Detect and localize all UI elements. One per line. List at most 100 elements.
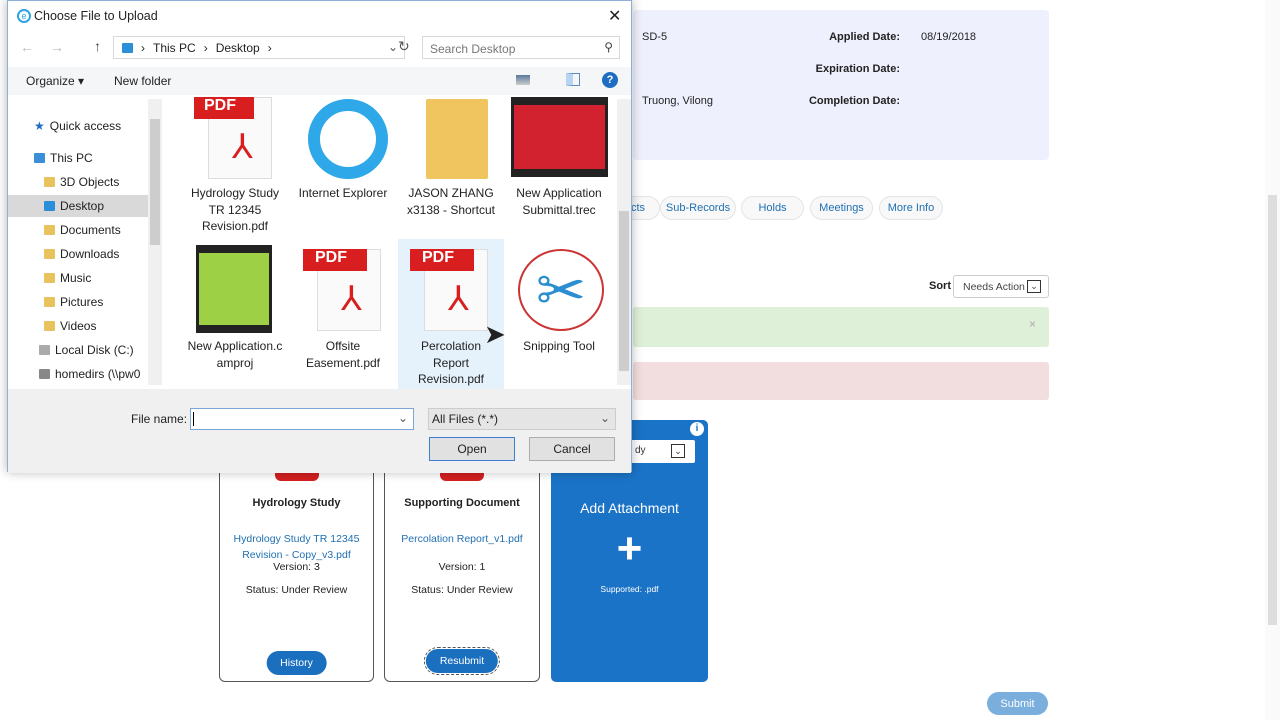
- chevron-down-icon[interactable]: ⌄: [398, 411, 408, 425]
- nav-videos[interactable]: Videos: [44, 315, 96, 337]
- preview-pane-icon[interactable]: [566, 73, 580, 86]
- mouse-cursor: ➤: [484, 319, 506, 349]
- nav-homedirs[interactable]: homedirs (\\pw0: [39, 363, 154, 385]
- nav-desktop[interactable]: Desktop: [8, 195, 155, 217]
- open-button[interactable]: Open: [429, 437, 515, 461]
- nav-music[interactable]: Music: [44, 267, 91, 289]
- card-title: Supporting Document: [404, 497, 520, 509]
- file-item[interactable]: New Application.camproj: [185, 338, 285, 371]
- files-scrollbar[interactable]: [617, 99, 631, 385]
- chevron-right-icon: ›: [203, 40, 208, 55]
- resubmit-button[interactable]: Resubmit: [423, 647, 501, 675]
- file-link[interactable]: Percolation Report_v1.pdf: [393, 531, 531, 547]
- sort-select[interactable]: Needs Action ⌄: [953, 275, 1049, 298]
- file-item[interactable]: JASON ZHANG x3138 - Shortcut: [401, 185, 501, 218]
- back-icon[interactable]: ←: [20, 39, 34, 55]
- page-scrollbar[interactable]: [1265, 0, 1280, 720]
- ie-icon: e: [17, 9, 31, 23]
- breadcrumb-desktop[interactable]: Desktop: [216, 41, 260, 55]
- info-icon[interactable]: i: [690, 422, 704, 436]
- chevron-down-icon[interactable]: ⌄: [388, 40, 398, 54]
- nav-scrollbar[interactable]: [148, 99, 162, 385]
- version: Version: 1: [438, 561, 486, 573]
- nav-3d-objects[interactable]: 3D Objects: [44, 171, 119, 193]
- forward-icon[interactable]: →: [50, 39, 64, 55]
- close-alert-icon[interactable]: ×: [1029, 317, 1036, 331]
- help-icon[interactable]: ?: [602, 72, 618, 88]
- status: Status: Under Review: [411, 584, 513, 596]
- file-type-select[interactable]: All Files (*.*) ⌄: [428, 408, 616, 430]
- file-type-value: All Files (*.*): [432, 412, 499, 426]
- nav-local-disk[interactable]: Local Disk (C:): [39, 339, 134, 361]
- folder-icon: [44, 273, 55, 283]
- close-icon[interactable]: ✕: [608, 6, 621, 26]
- nav-pictures[interactable]: Pictures: [44, 291, 103, 313]
- new-folder-button[interactable]: New folder: [114, 74, 171, 88]
- applied-date: 08/19/2018: [921, 31, 977, 43]
- chevron-right-icon: ›: [141, 40, 145, 55]
- tab-sub-records[interactable]: Sub-Records: [660, 196, 736, 220]
- dialog-title: Choose File to Upload: [34, 9, 158, 23]
- nav-downloads[interactable]: Downloads: [44, 243, 119, 265]
- search-icon: ⚲: [604, 40, 613, 54]
- plus-icon: +: [616, 524, 643, 573]
- tab-holds[interactable]: Holds: [741, 196, 804, 220]
- view-options-icon[interactable]: [516, 75, 530, 85]
- assigned-to: Truong, Vilong: [642, 95, 713, 107]
- internet-explorer-icon: [308, 99, 388, 179]
- shortcut-folder-icon: [426, 99, 488, 179]
- folder-icon: [44, 225, 55, 235]
- search-placeholder: Search Desktop: [430, 42, 516, 56]
- version: Version: 3: [273, 561, 320, 573]
- refresh-icon[interactable]: ↻: [398, 38, 410, 55]
- supported-types: Supported: .pdf: [600, 584, 659, 594]
- cancel-button[interactable]: Cancel: [529, 437, 615, 461]
- video-file-icon: [511, 97, 608, 177]
- nav-this-pc[interactable]: This PC: [34, 147, 93, 169]
- breadcrumb-this-pc[interactable]: This PC: [153, 41, 196, 55]
- success-alert: [633, 307, 1049, 347]
- file-item[interactable]: Offsite Easement.pdf: [293, 338, 393, 371]
- sort-label: Sort: [929, 280, 951, 292]
- search-input[interactable]: Search Desktop ⚲: [422, 36, 620, 59]
- pdf-file-icon: PDF ⅄: [410, 249, 490, 339]
- applied-date-label: Applied Date:: [829, 31, 900, 43]
- folder-icon: [44, 249, 55, 259]
- camproj-file-icon: [196, 245, 272, 333]
- snipping-tool-icon: ✂: [518, 249, 604, 331]
- record-id: SD-5: [642, 31, 668, 43]
- select-value: dy: [635, 445, 646, 456]
- file-name-label: File name:: [131, 412, 188, 426]
- chevron-down-icon: ⌄: [671, 444, 685, 458]
- completion-date-label: Completion Date:: [808, 95, 900, 107]
- nav-quick-access[interactable]: ★ Quick access: [34, 115, 121, 137]
- folder-icon: [44, 321, 55, 331]
- computer-icon: [34, 153, 45, 163]
- file-link[interactable]: Hydrology Study TR 12345 Revision - Copy…: [228, 531, 365, 563]
- folder-icon: [44, 177, 55, 187]
- chevron-right-icon: ›: [267, 40, 272, 55]
- text-cursor: [193, 412, 194, 426]
- file-item[interactable]: New Application Submittal.trec: [509, 185, 609, 218]
- expiration-date-label: Expiration Date:: [815, 63, 900, 75]
- status: Status: Under Review: [245, 584, 348, 596]
- organize-menu[interactable]: Organize ▾: [26, 74, 84, 88]
- file-item[interactable]: Snipping Tool: [509, 338, 609, 355]
- file-item[interactable]: Hydrology Study TR 12345 Revision.pdf: [185, 185, 285, 235]
- tab-more-info[interactable]: More Info: [879, 196, 943, 220]
- history-button[interactable]: History: [266, 651, 327, 675]
- folder-icon: [44, 201, 55, 211]
- card-title: Hydrology Study: [252, 497, 341, 509]
- star-icon: ★: [34, 119, 45, 133]
- tab-meetings[interactable]: Meetings: [810, 196, 873, 220]
- address-bar[interactable]: › This PC › Desktop › ⌄: [113, 36, 405, 59]
- submit-button[interactable]: Submit: [987, 692, 1048, 715]
- pdf-file-icon: PDF ⅄: [303, 249, 383, 339]
- folder-icon: [122, 42, 133, 53]
- up-icon[interactable]: ↑: [94, 38, 101, 54]
- scrollbar-thumb[interactable]: [1268, 195, 1277, 625]
- file-item[interactable]: Internet Explorer: [293, 185, 393, 202]
- nav-documents[interactable]: Documents: [44, 219, 121, 241]
- file-name-input[interactable]: ⌄: [190, 408, 414, 430]
- add-attachment-title: Add Attachment: [580, 500, 679, 516]
